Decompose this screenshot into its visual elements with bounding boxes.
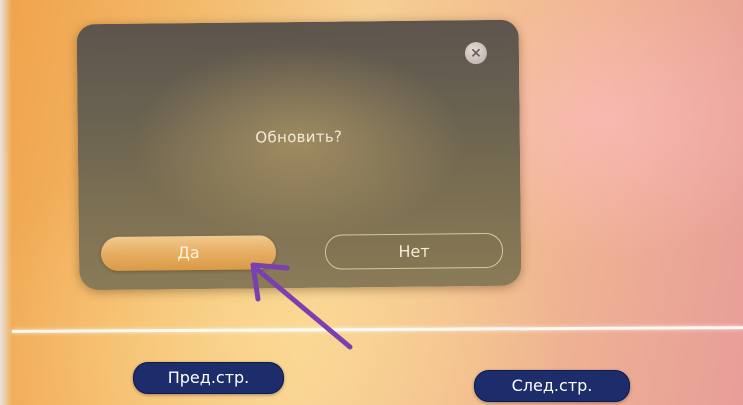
no-button[interactable]: Нет <box>324 232 504 270</box>
yes-button[interactable]: Да <box>100 235 277 272</box>
prev-page-button[interactable]: Пред.стр. <box>133 362 284 394</box>
confirm-dialog: × Обновить? Да Нет <box>76 19 522 291</box>
divider-line <box>11 326 743 333</box>
screen-bezel <box>0 0 12 405</box>
dialog-prompt: Обновить? <box>255 127 343 147</box>
next-page-button[interactable]: След.стр. <box>474 370 630 402</box>
device-screen: × Обновить? Да Нет Пред.стр. След.стр. <box>0 0 743 405</box>
close-icon[interactable]: × <box>464 42 488 65</box>
